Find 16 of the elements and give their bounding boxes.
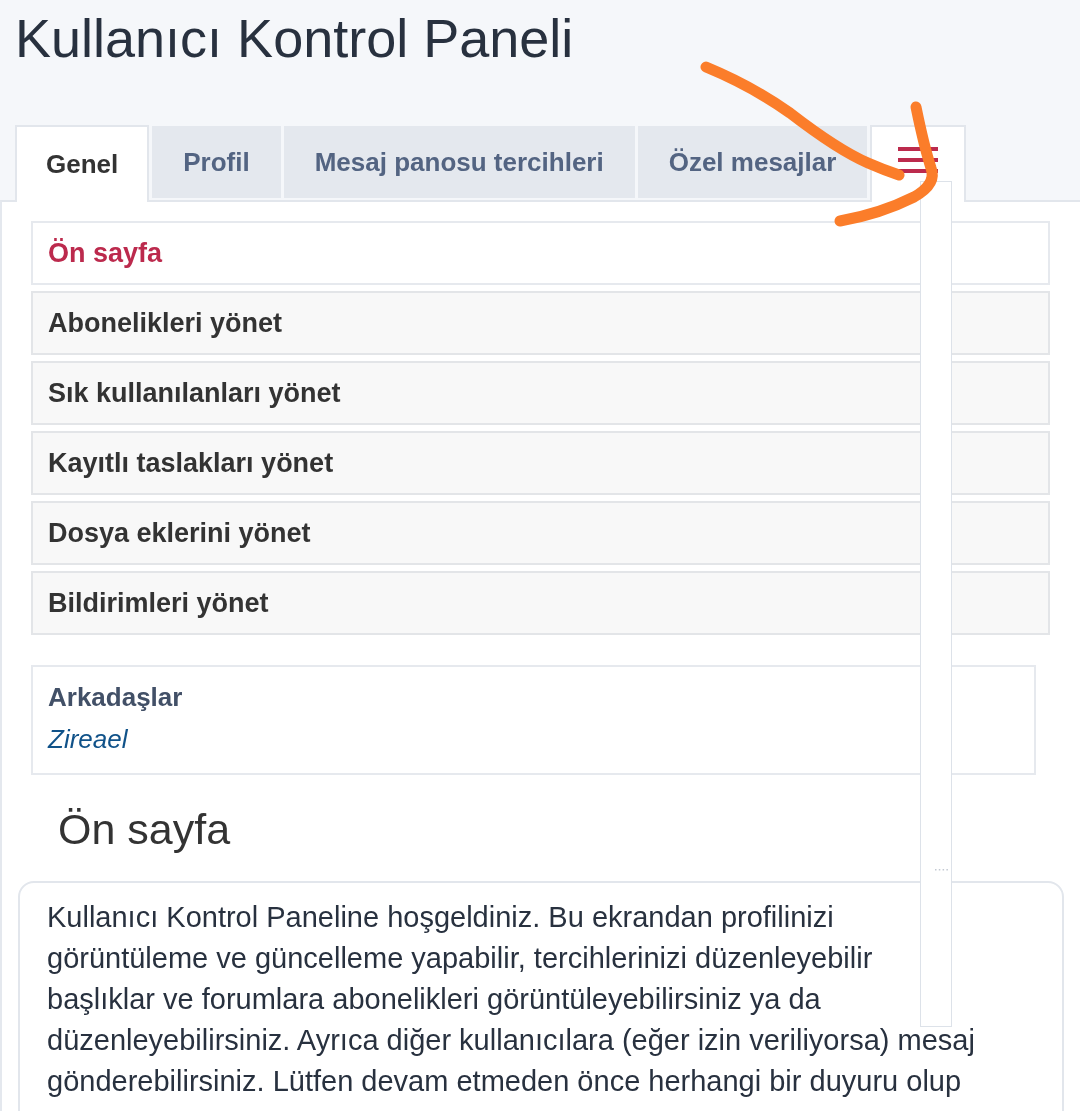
- tab[interactable]: Genel: [15, 125, 150, 202]
- welcome-text: Kullanıcı Kontrol Paneline hoşgeldiniz. Bu ekrandan profilinizi görüntüleme ve güncelleme yapabilir, tercihlerinizi düzenleyebilir başlıklar ve forumlara abonelikleri görüntüleyebilirsiniz ya da düzenleyebilirsiniz. Ayrıca diğer kullanıcılara (eğer izin veriliyorsa) mesaj gönderebilirsiniz. Lütfen devam etmeden önce herhangi bir duyuru olup: [47, 900, 975, 1099]
- page-title: Kullanıcı Kontrol Paneli: [14, 7, 575, 70]
- nav-item[interactable]: Abonelikleri yönet: [31, 291, 1050, 355]
- section-heading: Ön sayfa: [58, 804, 231, 855]
- menu-icon: [898, 147, 939, 173]
- friend-link[interactable]: Zireael: [48, 723, 128, 755]
- nav-item[interactable]: Kayıtlı taslakları yönet: [31, 431, 1050, 495]
- tab[interactable]: Profil: [152, 126, 281, 198]
- tab[interactable]: Mesaj panosu tercihleri: [283, 126, 635, 198]
- nav-item[interactable]: Bildirimleri yönet: [31, 571, 1050, 635]
- nav-item[interactable]: Ön sayfa: [31, 221, 1050, 285]
- nav-item[interactable]: Dosya eklerini yönet: [31, 501, 1050, 565]
- tab[interactable]: Özel mesajlar: [637, 126, 868, 198]
- friends-title: Arkadaşlar: [48, 681, 183, 713]
- nav-item[interactable]: Sık kullanılanları yönet: [31, 361, 1050, 425]
